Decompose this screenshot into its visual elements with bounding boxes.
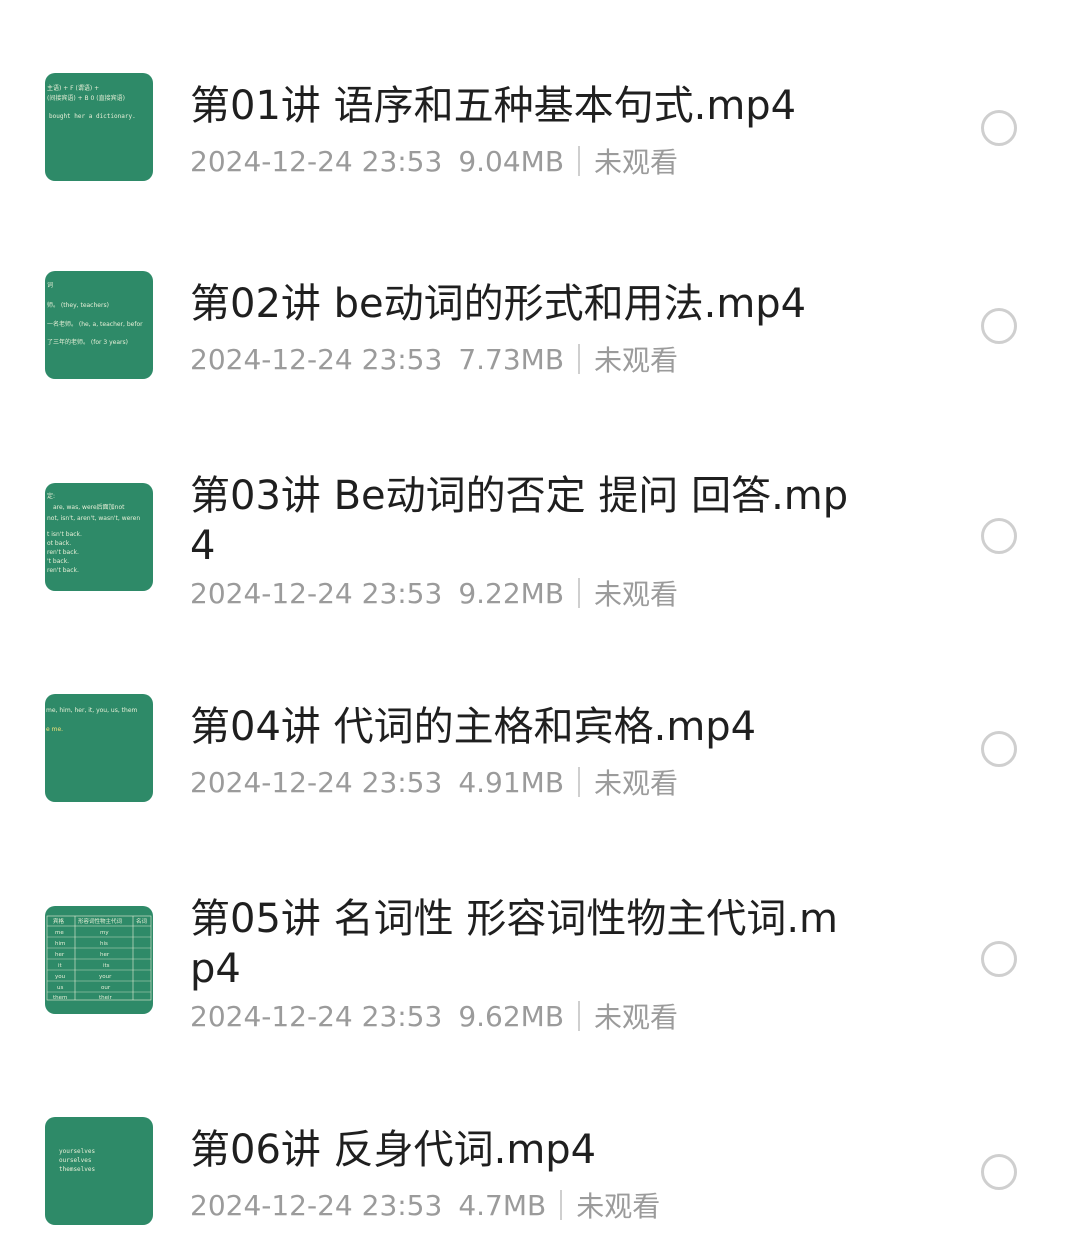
- table-cell: it: [58, 963, 63, 969]
- select-radio[interactable]: [981, 308, 1017, 344]
- watch-status: 未观看: [594, 767, 679, 800]
- file-date: 2024-12-24 23:53: [190, 342, 443, 376]
- select-radio[interactable]: [981, 941, 1017, 977]
- thumb-line: ourselves: [59, 1157, 92, 1164]
- thumb-line: 词: [47, 281, 53, 289]
- file-size: 9.22MB: [458, 576, 565, 610]
- file-date: 2024-12-24 23:53: [190, 999, 443, 1033]
- thumb-line: e me.: [46, 726, 63, 733]
- meta-divider: [560, 1190, 563, 1220]
- file-meta: 2024-12-24 23:53 4.91MB 未观看: [190, 762, 678, 802]
- table-header: 宾格: [53, 917, 65, 925]
- file-size: 7.73MB: [458, 342, 565, 376]
- thumb-line: me, him, her, it, you, us, them: [46, 707, 138, 714]
- meta-divider: [578, 344, 581, 374]
- thumb-line: are, was, were后面加not: [53, 503, 125, 511]
- table-cell: her: [55, 952, 65, 958]
- table-cell: its: [103, 963, 110, 969]
- file-meta: 2024-12-24 23:53 7.73MB 未观看: [190, 339, 678, 379]
- thumb-line: 主语) + F (谓语) +: [47, 84, 99, 92]
- thumbnail-table: 宾格 形容词性物主代词 名词 me my him his her her it …: [46, 915, 152, 1001]
- video-thumbnail: yourselves ourselves themselves: [45, 1117, 153, 1225]
- file-size: 4.91MB: [458, 765, 565, 799]
- watch-status: 未观看: [594, 146, 679, 179]
- file-date: 2024-12-24 23:53: [190, 1188, 443, 1222]
- table-cell: us: [57, 985, 63, 991]
- meta-divider: [578, 1001, 581, 1031]
- thumb-line: 师。 (they, teachers): [47, 301, 109, 309]
- thumbnail-chalkboard: yourselves ourselves themselves: [59, 1148, 96, 1173]
- table-cell: you: [55, 974, 65, 980]
- file-title: 第03讲 Be动词的否定 提问 回答.mp4: [190, 473, 849, 569]
- thumb-line: ot back.: [47, 540, 71, 547]
- file-meta: 2024-12-24 23:53 4.7MB 未观看: [190, 1185, 660, 1225]
- thumbnail-chalkboard: 词 师。 (they, teachers) 一名老师。 (he, a, teac…: [47, 281, 143, 346]
- file-row-01[interactable]: 主语) + F (谓语) + (间接宾语) + B 0 (直接宾语) bough…: [0, 0, 1080, 230]
- thumb-line: 一名老师。 (he, a, teacher, befor: [47, 320, 143, 328]
- file-row-06[interactable]: yourselves ourselves themselves 第06讲 反身代…: [0, 1080, 1080, 1256]
- thumb-line: bought her a dictionary.: [49, 113, 136, 120]
- file-date: 2024-12-24 23:53: [190, 144, 443, 178]
- select-radio[interactable]: [981, 1154, 1017, 1190]
- file-row-05[interactable]: 宾格 形容词性物主代词 名词 me my him his her her it …: [0, 855, 1080, 1080]
- watch-status: 未观看: [594, 344, 679, 377]
- meta-divider: [578, 146, 581, 176]
- table-cell: our: [101, 985, 111, 991]
- watch-status: 未观看: [594, 578, 679, 611]
- video-thumbnail: 主语) + F (谓语) + (间接宾语) + B 0 (直接宾语) bough…: [45, 73, 153, 181]
- file-title: 第01讲 语序和五种基本句式.mp4: [190, 83, 797, 129]
- thumb-line: 定:: [47, 492, 55, 500]
- thumbnail-chalkboard: 主语) + F (谓语) + (间接宾语) + B 0 (直接宾语) bough…: [47, 84, 136, 120]
- file-title: 第04讲 代词的主格和宾格.mp4: [190, 704, 757, 750]
- file-meta: 2024-12-24 23:53 9.62MB 未观看: [190, 996, 678, 1036]
- thumb-line: yourselves: [59, 1148, 96, 1155]
- file-title: 第02讲 be动词的形式和用法.mp4: [190, 281, 807, 327]
- file-meta: 2024-12-24 23:53 9.22MB 未观看: [190, 573, 678, 613]
- file-date: 2024-12-24 23:53: [190, 765, 443, 799]
- table-cell: his: [100, 941, 108, 947]
- thumbnail-chalkboard: me, him, her, it, you, us, them e me.: [46, 707, 138, 733]
- thumb-line: not, isn't, aren't, wasn't, weren: [47, 515, 140, 522]
- thumb-line: themselves: [59, 1166, 96, 1173]
- file-title: 第05讲 名词性 形容词性物主代词.mp4: [190, 896, 839, 992]
- watch-status: 未观看: [594, 1001, 679, 1034]
- table-cell: my: [100, 930, 109, 936]
- select-radio[interactable]: [981, 110, 1017, 146]
- file-size: 9.62MB: [458, 999, 565, 1033]
- thumbnail-chalkboard: 定: are, was, were后面加not not, isn't, aren…: [47, 492, 140, 574]
- table-header: 形容词性物主代词: [78, 917, 123, 925]
- file-meta: 2024-12-24 23:53 9.04MB 未观看: [190, 141, 678, 181]
- table-cell: her: [100, 952, 110, 958]
- video-thumbnail: 宾格 形容词性物主代词 名词 me my him his her her it …: [45, 906, 153, 1014]
- file-size: 4.7MB: [458, 1188, 547, 1222]
- thumb-line: ren't back.: [47, 549, 79, 556]
- file-size: 9.04MB: [458, 144, 565, 178]
- file-date: 2024-12-24 23:53: [190, 576, 443, 610]
- file-title: 第06讲 反身代词.mp4: [190, 1127, 597, 1173]
- video-thumbnail: me, him, her, it, you, us, them e me.: [45, 694, 153, 802]
- file-row-03[interactable]: 定: are, was, were后面加not not, isn't, aren…: [0, 430, 1080, 655]
- thumb-line: 了三年的老师。 (for 3 years): [47, 338, 128, 346]
- meta-divider: [578, 767, 581, 797]
- thumb-line: 't back.: [47, 558, 69, 565]
- meta-divider: [578, 578, 581, 608]
- table-cell: your: [99, 974, 112, 980]
- table-header: 名词: [136, 917, 148, 925]
- thumb-line: t isn't back.: [47, 531, 82, 538]
- file-list: 主语) + F (谓语) + (间接宾语) + B 0 (直接宾语) bough…: [0, 0, 1080, 1256]
- watch-status: 未观看: [576, 1190, 661, 1223]
- select-radio[interactable]: [981, 731, 1017, 767]
- video-thumbnail: 定: are, was, were后面加not not, isn't, aren…: [45, 483, 153, 591]
- file-row-02[interactable]: 词 师。 (they, teachers) 一名老师。 (he, a, teac…: [0, 230, 1080, 430]
- file-row-04[interactable]: me, him, her, it, you, us, them e me. 第0…: [0, 655, 1080, 855]
- thumb-line: (间接宾语) + B 0 (直接宾语): [47, 94, 125, 102]
- thumb-line: ren't back.: [47, 567, 79, 574]
- table-cell: them: [53, 995, 67, 1001]
- select-radio[interactable]: [981, 518, 1017, 554]
- table-cell: him: [55, 941, 65, 947]
- video-thumbnail: 词 师。 (they, teachers) 一名老师。 (he, a, teac…: [45, 271, 153, 379]
- table-cell: their: [99, 995, 113, 1001]
- table-cell: me: [55, 930, 64, 936]
